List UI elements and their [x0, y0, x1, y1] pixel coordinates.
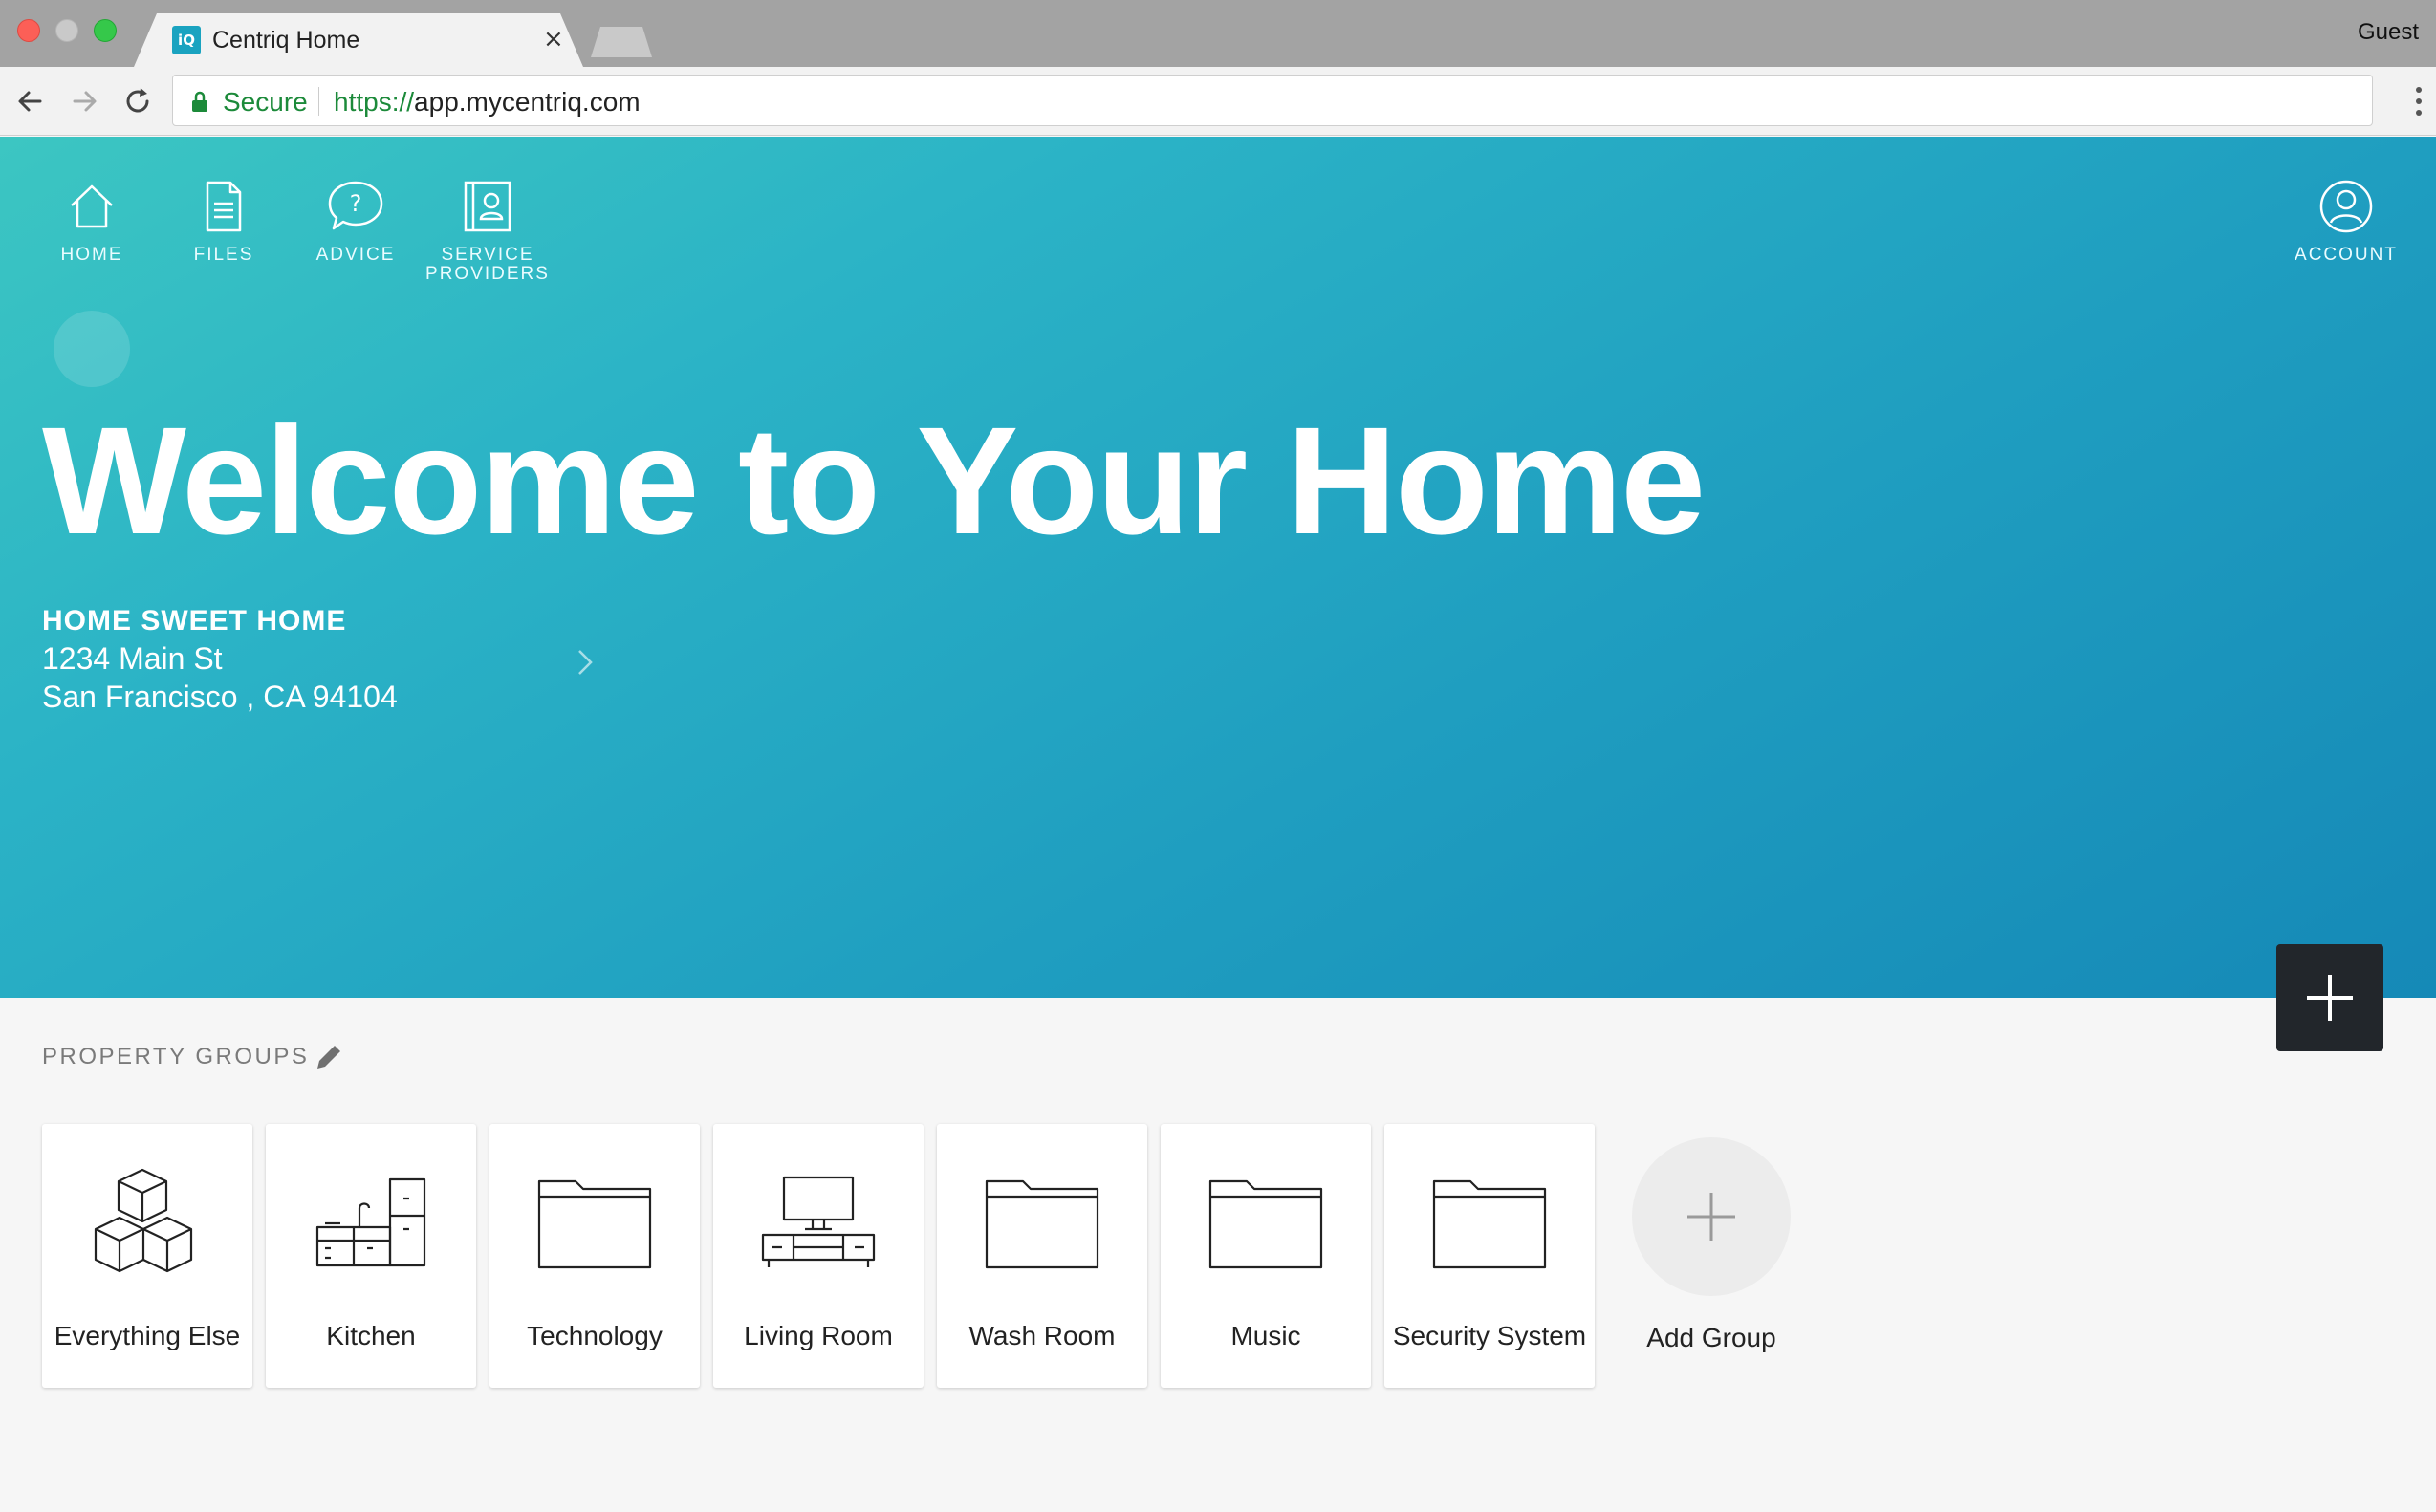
group-label: Music: [1230, 1321, 1301, 1350]
pencil-icon[interactable]: [312, 1040, 346, 1074]
profile-name[interactable]: Guest: [2358, 19, 2419, 46]
file-icon: [206, 181, 242, 232]
nav-account[interactable]: ACCOUNT: [2279, 175, 2413, 265]
favicon-icon: iQ: [172, 26, 201, 54]
group-label: Living Room: [744, 1321, 893, 1350]
tab-close-icon[interactable]: ×: [543, 25, 564, 54]
kitchen-icon: [315, 1177, 426, 1267]
nav-files-label: FILES: [193, 245, 254, 265]
window-zoom-button[interactable]: [94, 19, 117, 42]
section-title: PROPERTY GROUPS: [42, 1044, 310, 1069]
help-bubble-icon: ?: [328, 181, 383, 230]
user-icon: [2319, 180, 2373, 233]
group-label: Everything Else: [54, 1321, 241, 1350]
address-toolbar: Secure https://app.mycentriq.com: [0, 67, 2436, 136]
back-arrow-icon[interactable]: [11, 82, 50, 120]
group-card-living-room[interactable]: Living Room: [713, 1124, 924, 1388]
folder-icon: [1208, 1179, 1323, 1269]
browser-tab[interactable]: iQ Centriq Home ×: [134, 13, 583, 67]
reload-icon[interactable]: [119, 82, 157, 120]
nav-service-providers[interactable]: SERVICE PROVIDERS: [421, 175, 555, 284]
folder-icon: [537, 1179, 652, 1269]
boxes-icon: [94, 1168, 193, 1273]
svg-text:?: ?: [350, 190, 362, 217]
window-minimize-button[interactable]: [55, 19, 78, 42]
group-card-kitchen[interactable]: Kitchen: [266, 1124, 476, 1388]
hero-banner: HOME FILES ? ADVICE SERVICE PROVIDERS AC…: [0, 137, 2436, 998]
plus-icon: [2307, 975, 2353, 1021]
address-input[interactable]: Secure https://app.mycentriq.com: [172, 75, 2373, 126]
home-name: HOME SWEET HOME: [42, 605, 347, 637]
home-icon: [71, 184, 113, 228]
plus-icon: [1687, 1193, 1735, 1241]
folder-icon: [1432, 1179, 1547, 1269]
forward-arrow-icon[interactable]: [65, 82, 103, 120]
group-label: Technology: [527, 1321, 663, 1350]
contact-book-icon: [464, 181, 511, 232]
active-nav-highlight: [54, 311, 130, 387]
url-host: app.mycentriq.com: [414, 87, 641, 117]
omnibox-divider: [318, 87, 319, 116]
lock-icon: [192, 91, 207, 112]
group-label: Wash Room: [968, 1321, 1116, 1350]
nav-service-providers-label: SERVICE PROVIDERS: [421, 246, 555, 284]
nav-advice-label: ADVICE: [315, 245, 396, 265]
new-tab-button[interactable]: [591, 27, 652, 57]
page-title: Welcome to Your Home: [42, 395, 1706, 566]
group-card-music[interactable]: Music: [1161, 1124, 1371, 1388]
group-label: Kitchen: [326, 1321, 416, 1350]
nav-home-label: HOME: [60, 245, 123, 265]
add-item-button[interactable]: [2276, 944, 2383, 1051]
url-scheme: https://: [334, 87, 415, 117]
tab-title: Centriq Home: [212, 27, 360, 54]
address-line-1: 1234 Main St: [42, 641, 223, 676]
nav-service-providers-line1: SERVICE: [441, 245, 534, 265]
tv-stand-icon: [761, 1176, 876, 1267]
url-text: https://app.mycentriq.com: [334, 87, 641, 118]
address-line-2: San Francisco , CA 94104: [42, 680, 398, 714]
group-card-technology[interactable]: Technology: [489, 1124, 700, 1388]
group-card-security-system[interactable]: Security System: [1384, 1124, 1595, 1388]
group-card-wash-room[interactable]: Wash Room: [937, 1124, 1147, 1388]
chevron-right-icon[interactable]: [574, 643, 597, 681]
secure-label: Secure: [223, 87, 308, 117]
add-group-label[interactable]: Add Group: [1568, 1323, 1855, 1353]
folder-icon: [985, 1179, 1099, 1269]
nav-service-providers-line2: PROVIDERS: [425, 264, 550, 284]
nav-files[interactable]: FILES: [157, 175, 291, 265]
nav-home[interactable]: HOME: [25, 175, 159, 265]
add-group-button[interactable]: [1632, 1137, 1791, 1296]
group-card-everything-else[interactable]: Everything Else: [42, 1124, 252, 1388]
browser-tab-strip: iQ Centriq Home × Guest: [0, 0, 2436, 67]
window-close-button[interactable]: [17, 19, 40, 42]
nav-account-label: ACCOUNT: [2295, 245, 2398, 265]
group-label: Security System: [1392, 1321, 1587, 1350]
nav-advice[interactable]: ? ADVICE: [289, 175, 423, 265]
browser-menu-icon[interactable]: [2413, 84, 2425, 119]
